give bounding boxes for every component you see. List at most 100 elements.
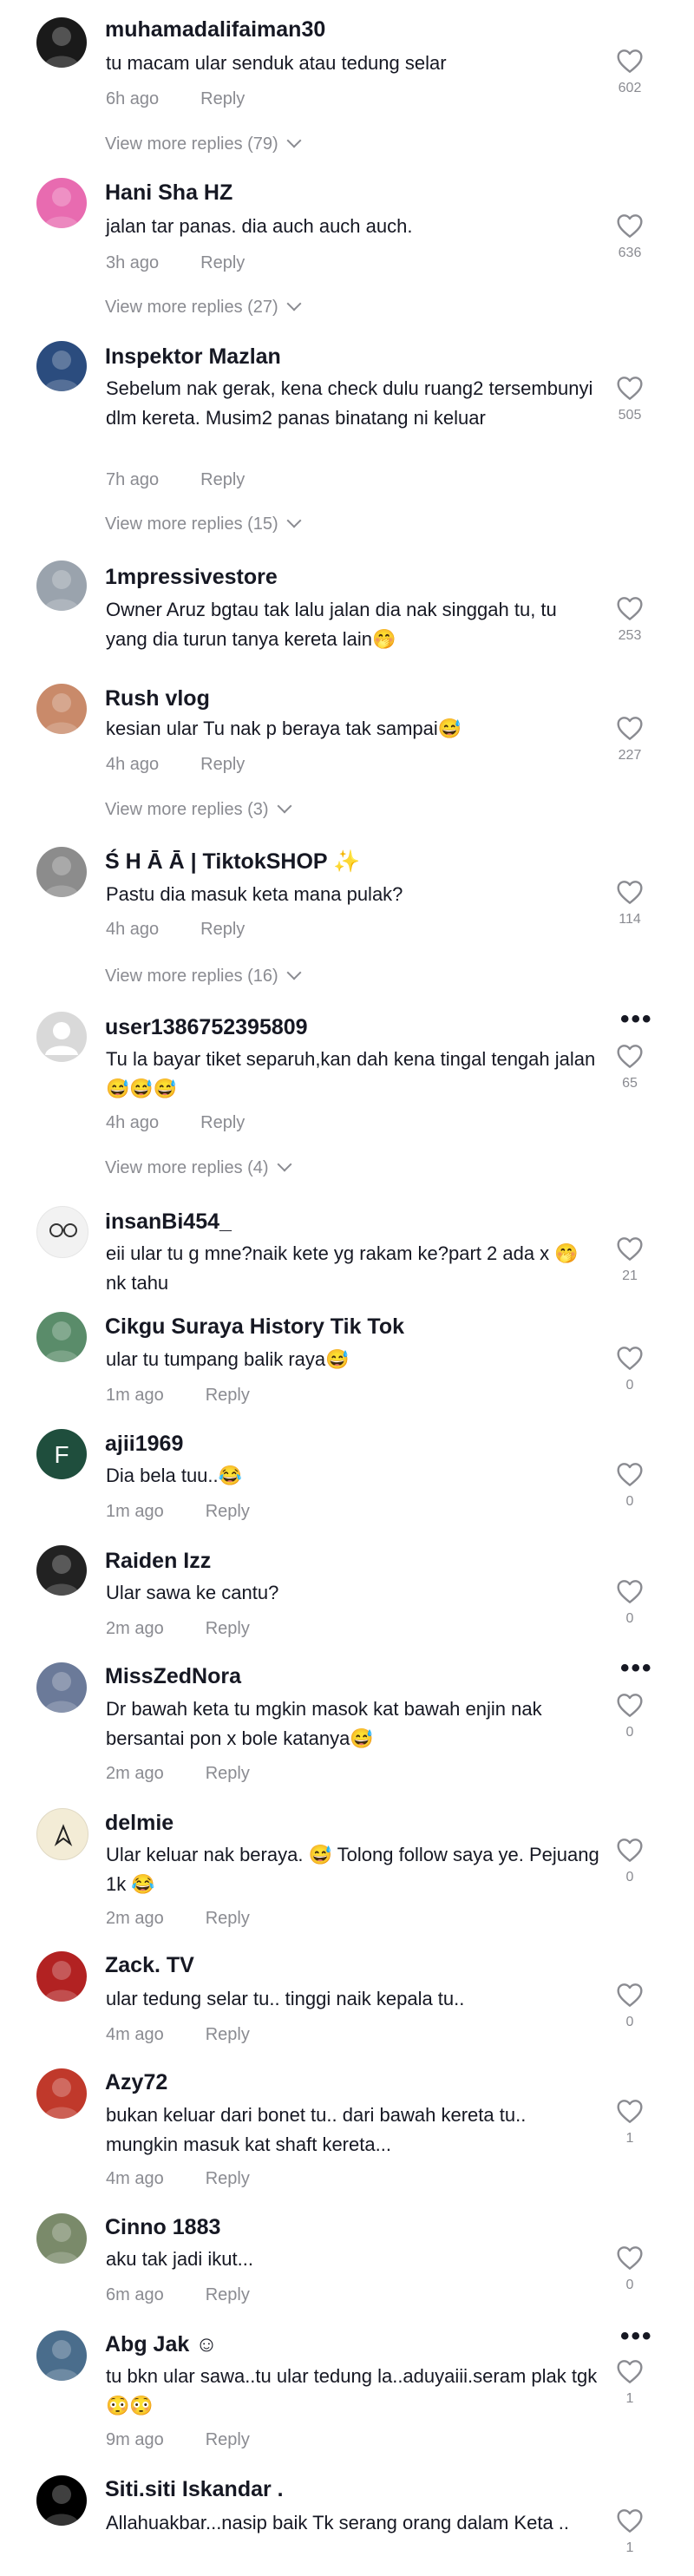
avatar[interactable]	[36, 2213, 87, 2264]
heart-icon	[617, 1347, 643, 1370]
avatar[interactable]	[36, 2330, 87, 2381]
avatar[interactable]	[36, 847, 87, 897]
like-button[interactable]: 114	[604, 879, 656, 927]
avatar[interactable]: F	[36, 1429, 87, 1479]
like-count: 0	[625, 1378, 634, 1393]
comment-username[interactable]: 1mpressivestore	[105, 565, 278, 590]
comment-username[interactable]: Hani Sha HZ	[105, 180, 232, 206]
like-button[interactable]: 0	[604, 2245, 656, 2293]
like-button[interactable]: 636	[604, 213, 656, 261]
comment-username[interactable]: Zack. TV	[105, 1953, 194, 1978]
reply-button[interactable]: Reply	[200, 920, 245, 939]
comment-text: eii ular tu g mne?naik kete yg rakam ke?…	[106, 1242, 579, 1294]
view-more-replies-button[interactable]: View more replies (3)	[105, 798, 292, 820]
comment-meta: 1m ago Reply	[106, 1386, 250, 1406]
comment-meta: 7h ago Reply	[106, 470, 245, 490]
like-button[interactable]: 0	[604, 1345, 656, 1393]
avatar[interactable]	[36, 1312, 87, 1362]
avatar[interactable]	[36, 2068, 87, 2119]
like-count: 0	[625, 2015, 634, 2029]
comment-username[interactable]: muhamadalifaiman30	[105, 17, 325, 43]
view-more-replies-button[interactable]: View more replies (15)	[105, 513, 302, 534]
comment-username[interactable]: Rush vlog	[105, 686, 210, 711]
comment-username[interactable]: delmie	[105, 1811, 174, 1836]
comment-meta: 4m ago Reply	[106, 2025, 250, 2045]
avatar[interactable]	[36, 17, 87, 68]
like-button[interactable]: 0	[604, 1461, 656, 1510]
reply-button[interactable]: Reply	[206, 1502, 250, 1521]
avatar[interactable]	[36, 1206, 88, 1258]
reply-button[interactable]: Reply	[206, 2025, 250, 2044]
comment-text: Sebelum nak gerak, kena check dulu ruang…	[106, 377, 593, 429]
like-button[interactable]: 0	[604, 1837, 656, 1885]
reply-button[interactable]: Reply	[200, 755, 245, 774]
reply-button[interactable]: Reply	[206, 2430, 250, 2449]
comment-username[interactable]: Inspektor Mazlan	[105, 344, 281, 370]
like-count: 602	[618, 81, 642, 95]
like-count: 0	[625, 1870, 634, 1884]
reply-button[interactable]: Reply	[200, 253, 245, 272]
heart-icon	[617, 2509, 643, 2533]
heart-icon	[617, 1983, 643, 2007]
like-count: 227	[618, 748, 642, 763]
comment-username[interactable]: Raiden Izz	[105, 1549, 211, 1574]
comment-username[interactable]: Ś H Ā Ā | TiktokSHOP ✨	[105, 849, 360, 875]
avatar[interactable]	[36, 684, 87, 734]
reply-button[interactable]: Reply	[206, 1619, 250, 1638]
like-button[interactable]: 1	[604, 2507, 656, 2556]
more-options-icon[interactable]: •••	[620, 1655, 653, 1681]
reply-button[interactable]: Reply	[200, 89, 245, 108]
like-button[interactable]: 227	[604, 715, 656, 764]
like-button[interactable]: 21	[604, 1236, 656, 1284]
like-button[interactable]: 0	[604, 1982, 656, 2030]
chevron-down-icon	[277, 798, 292, 814]
heart-icon	[617, 49, 643, 73]
like-button[interactable]: 0	[604, 1578, 656, 1627]
view-more-replies-button[interactable]: View more replies (27)	[105, 296, 302, 318]
comment-username[interactable]: user1386752395809	[105, 1015, 308, 1040]
like-button[interactable]: 0	[604, 1692, 656, 1740]
reply-button[interactable]: Reply	[206, 2285, 250, 2304]
like-button[interactable]: 505	[604, 375, 656, 423]
comment-text: Allahuakbar...nasip baik Tk serang orang…	[106, 2512, 570, 2533]
reply-button[interactable]: Reply	[206, 1386, 250, 1405]
reply-button[interactable]: Reply	[200, 1113, 245, 1132]
more-options-icon[interactable]: •••	[620, 1006, 653, 1032]
reply-button[interactable]: Reply	[206, 1764, 250, 1783]
reply-button[interactable]: Reply	[200, 470, 245, 489]
comment-username[interactable]: MissZedNora	[105, 1664, 241, 1689]
like-button[interactable]: 1	[604, 2098, 656, 2147]
avatar[interactable]	[36, 1808, 88, 1860]
comment-timestamp: 2m ago	[106, 1619, 164, 1638]
view-more-replies-label: View more replies (3)	[105, 800, 269, 819]
like-button[interactable]: 65	[604, 1043, 656, 1091]
avatar[interactable]	[36, 2475, 87, 2526]
reply-button[interactable]: Reply	[206, 1909, 250, 1928]
avatar[interactable]	[36, 1951, 87, 2002]
view-more-replies-label: View more replies (16)	[105, 967, 278, 986]
comment-username[interactable]: insanBi454_	[105, 1209, 232, 1235]
avatar[interactable]	[36, 341, 87, 391]
comment-username[interactable]: Siti.siti Iskandar .	[105, 2477, 284, 2502]
avatar[interactable]	[36, 178, 87, 228]
like-button[interactable]: 602	[604, 48, 656, 96]
heart-icon	[617, 2100, 643, 2123]
comment-username[interactable]: ajii1969	[105, 1432, 183, 1457]
comment-username[interactable]: Azy72	[105, 2070, 167, 2095]
view-more-replies-button[interactable]: View more replies (16)	[105, 965, 302, 986]
like-button[interactable]: 1	[604, 2358, 656, 2407]
like-count: 0	[625, 1494, 634, 1509]
view-more-replies-button[interactable]: View more replies (79)	[105, 133, 302, 154]
view-more-replies-label: View more replies (27)	[105, 298, 278, 317]
comment-username[interactable]: Cinno 1883	[105, 2215, 220, 2240]
like-button[interactable]: 253	[604, 595, 656, 644]
avatar[interactable]	[36, 1545, 87, 1596]
reply-button[interactable]: Reply	[206, 2169, 250, 2188]
view-more-replies-button[interactable]: View more replies (4)	[105, 1157, 292, 1178]
more-options-icon[interactable]: •••	[620, 2324, 653, 2350]
avatar[interactable]	[36, 560, 87, 611]
avatar[interactable]	[36, 1012, 87, 1062]
comment-username[interactable]: Cikgu Suraya History Tik Tok	[105, 1314, 404, 1340]
avatar[interactable]	[36, 1662, 87, 1713]
comment-username[interactable]: Abg Jak ☺	[105, 2332, 218, 2357]
